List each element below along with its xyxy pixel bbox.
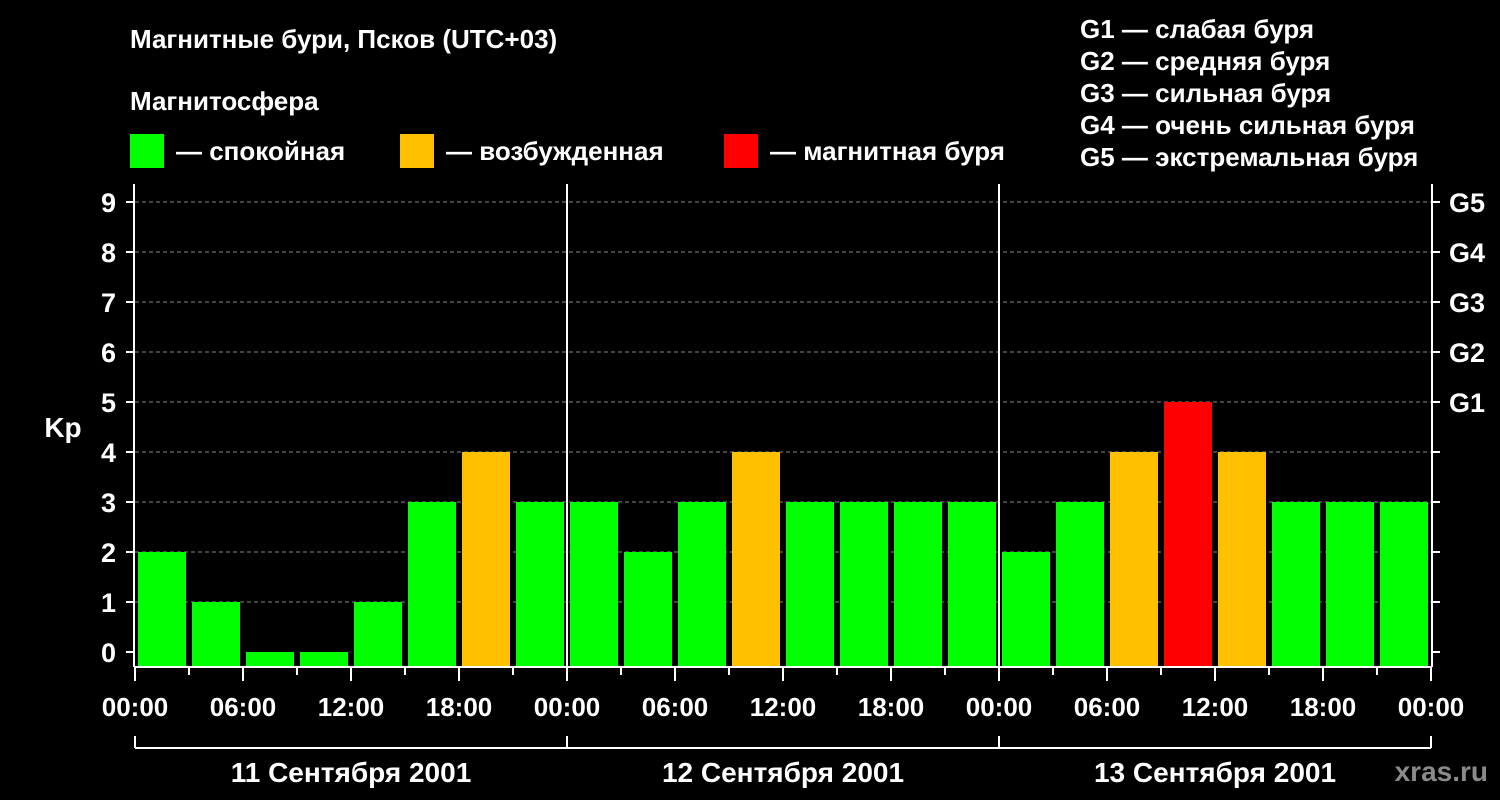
x-tick-label: 00:00 [102,692,169,722]
g-scale-label: G5 [1449,188,1485,218]
kp-bar [246,652,294,667]
kp-bar [1218,452,1266,667]
day-label: 13 Сентября 2001 [1094,757,1336,788]
kp-bar [354,602,402,667]
kp-bar [138,552,186,667]
x-tick-label: 00:00 [534,692,601,722]
kp-bar [1164,402,1212,667]
kp-bar [1380,502,1428,667]
kp-bar [732,452,780,667]
x-tick-label: 18:00 [1290,692,1357,722]
x-tick-label: 12:00 [750,692,817,722]
kp-bar [1110,452,1158,667]
kp-bar [408,502,456,667]
kp-bar [894,502,942,667]
y-tick-label: 5 [101,388,116,418]
kp-bar [516,502,564,667]
kp-bar [678,502,726,667]
g-scale-label: G1 [1449,388,1485,418]
g-scale-label: G4 [1449,238,1485,268]
kp-bar [1326,502,1374,667]
x-tick-label: 06:00 [1074,692,1141,722]
x-tick-label: 06:00 [642,692,709,722]
day-label: 11 Сентября 2001 [231,757,472,788]
x-tick-label: 00:00 [1398,692,1465,722]
x-tick-label: 12:00 [318,692,385,722]
kp-bar [786,502,834,667]
kp-bar [948,502,996,667]
y-axis-label: Kp [44,412,81,443]
kp-bar [300,652,348,667]
kp-bar [840,502,888,667]
x-tick-label: 18:00 [426,692,493,722]
y-tick-label: 6 [101,338,116,368]
y-tick-label: 7 [101,288,116,318]
y-tick-label: 1 [101,588,116,618]
y-tick-label: 0 [101,638,116,668]
kp-bar [462,452,510,667]
g-scale-label: G3 [1449,288,1485,318]
x-tick-label: 06:00 [210,692,277,722]
kp-bar [570,502,618,667]
kp-bar [1272,502,1320,667]
x-tick-label: 18:00 [858,692,925,722]
y-tick-label: 2 [101,538,116,568]
watermark: xras.ru [1394,756,1488,787]
kp-bar [1002,552,1050,667]
kp-bar [624,552,672,667]
y-tick-label: 3 [101,488,116,518]
y-tick-label: 8 [101,238,116,268]
y-tick-label: 4 [101,438,116,468]
kp-bar [1056,502,1104,667]
x-tick-label: 12:00 [1182,692,1249,722]
y-tick-label: 9 [101,188,116,218]
x-tick-label: 00:00 [966,692,1033,722]
day-label: 12 Сентября 2001 [662,757,904,788]
g-scale-label: G2 [1449,338,1485,368]
kp-bar [192,602,240,667]
kp-chart: 0 1 2 3 4 5 6 7 8 9 G1 G2 G3 G4 G5 00:00 06:00 12:00 18:00… [44,184,1485,788]
